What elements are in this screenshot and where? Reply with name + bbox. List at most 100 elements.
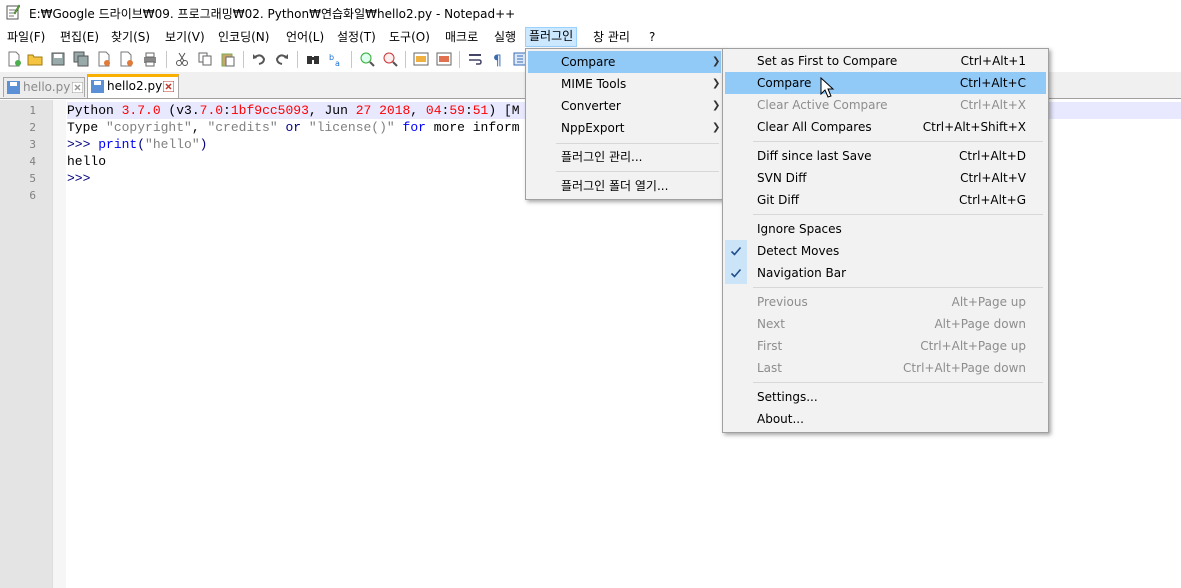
- close-file-icon[interactable]: [96, 51, 112, 67]
- code-line[interactable]: hello: [67, 153, 106, 170]
- plugins-menu-item-plugin-admin[interactable]: 플러그인 관리...: [528, 146, 721, 168]
- tab-hello-py[interactable]: hello.py: [3, 77, 85, 97]
- line-number: 3: [29, 138, 36, 151]
- plugins-menu-item-converter[interactable]: Converter ❯: [528, 95, 721, 117]
- code-token: 51: [472, 103, 489, 118]
- menu-item-shortcut: Alt+Page up: [951, 295, 1026, 309]
- open-file-icon[interactable]: [27, 51, 43, 67]
- compare-item-ignore-spaces[interactable]: Ignore Spaces: [725, 218, 1046, 240]
- sync-horizontal-icon[interactable]: [436, 51, 452, 67]
- show-all-chars-icon[interactable]: ¶: [490, 51, 506, 67]
- code-token: 3.7.0: [121, 103, 161, 118]
- checkmark-icon: [730, 246, 742, 256]
- code-token: for: [394, 120, 434, 135]
- menu-item-label: Clear All Compares: [757, 120, 872, 134]
- menu-file[interactable]: 파일(F): [4, 28, 48, 46]
- code-line[interactable]: >>> print("hello"): [67, 136, 207, 153]
- zoom-in-icon[interactable]: [359, 51, 375, 67]
- menu-item-shortcut: Ctrl+Alt+Page up: [920, 339, 1026, 353]
- menu-item-shortcut: Ctrl+Alt+V: [960, 171, 1026, 185]
- new-file-icon[interactable]: [6, 51, 22, 67]
- compare-item-clear-active[interactable]: Clear Active Compare Ctrl+Alt+X: [725, 94, 1046, 116]
- menu-item-label: SVN Diff: [757, 171, 807, 185]
- plugins-menu-item-open-plugin-folder[interactable]: 플러그인 폴더 열기...: [528, 175, 721, 197]
- compare-item-git-diff[interactable]: Git Diff Ctrl+Alt+G: [725, 189, 1046, 211]
- menu-language[interactable]: 언어(L): [283, 28, 327, 46]
- word-wrap-icon[interactable]: [467, 51, 483, 67]
- print-icon[interactable]: [142, 51, 158, 67]
- paste-icon[interactable]: [220, 51, 236, 67]
- menu-item-label: Detect Moves: [757, 244, 840, 258]
- menu-view[interactable]: 보기(V): [162, 28, 208, 46]
- compare-item-next[interactable]: Next Alt+Page down: [725, 313, 1046, 335]
- checkmark-box: [725, 262, 747, 284]
- code-token: ) [M: [488, 103, 520, 118]
- menu-edit[interactable]: 편집(E): [57, 28, 102, 46]
- submenu-arrow-icon: ❯: [712, 56, 721, 67]
- menu-item-label: Set as First to Compare: [757, 54, 898, 68]
- save-all-icon[interactable]: [73, 51, 89, 67]
- menu-macro[interactable]: 매크로: [442, 28, 481, 46]
- code-line[interactable]: >>>: [67, 170, 90, 187]
- menu-item-shortcut: Ctrl+Alt+1: [960, 54, 1026, 68]
- plugins-menu-item-mime-tools[interactable]: MIME Tools ❯: [528, 73, 721, 95]
- close-tab-icon[interactable]: [163, 81, 174, 92]
- plugins-menu-item-nppexport[interactable]: NppExport ❯: [528, 117, 721, 139]
- compare-submenu: Set as First to Compare Ctrl+Alt+1 Compa…: [722, 48, 1049, 433]
- compare-item-diff-since-save[interactable]: Diff since last Save Ctrl+Alt+D: [725, 145, 1046, 167]
- redo-icon[interactable]: [274, 51, 290, 67]
- tab-hello2-py[interactable]: hello2.py: [87, 74, 179, 98]
- compare-item-navigation-bar[interactable]: Navigation Bar: [725, 262, 1046, 284]
- menu-run[interactable]: 실행: [491, 28, 519, 46]
- notepad-app-icon: [6, 4, 20, 20]
- menu-item-label: Navigation Bar: [757, 266, 847, 280]
- compare-item-last[interactable]: Last Ctrl+Alt+Page down: [725, 357, 1046, 379]
- compare-item-detect-moves[interactable]: Detect Moves: [725, 240, 1046, 262]
- menu-search[interactable]: 찾기(S): [108, 28, 153, 46]
- code-token: Python: [67, 103, 122, 118]
- tab-label: hello2.py: [107, 79, 163, 93]
- compare-item-svn-diff[interactable]: SVN Diff Ctrl+Alt+V: [725, 167, 1046, 189]
- replace-icon[interactable]: ba: [328, 51, 344, 67]
- plugins-menu-item-compare[interactable]: Compare ❯: [528, 51, 721, 73]
- compare-item-set-first[interactable]: Set as First to Compare Ctrl+Alt+1: [725, 50, 1046, 72]
- compare-item-previous[interactable]: Previous Alt+Page up: [725, 291, 1046, 313]
- code-token: "license()": [308, 120, 395, 135]
- zoom-out-icon[interactable]: [382, 51, 398, 67]
- menu-item-label: Settings...: [757, 390, 818, 404]
- code-token: ): [199, 137, 208, 152]
- submenu-arrow-icon: ❯: [712, 122, 721, 133]
- menu-tools[interactable]: 도구(O): [386, 28, 433, 46]
- find-icon[interactable]: [305, 51, 321, 67]
- close-all-icon[interactable]: [119, 51, 135, 67]
- sync-vertical-icon[interactable]: [413, 51, 429, 67]
- compare-item-compare[interactable]: Compare Ctrl+Alt+C: [725, 72, 1046, 94]
- toolbar-separator: [297, 51, 298, 68]
- copy-icon[interactable]: [197, 51, 213, 67]
- menu-item-label: Compare: [561, 55, 616, 69]
- svg-text:¶: ¶: [493, 53, 502, 67]
- close-tab-icon[interactable]: [72, 82, 83, 93]
- menu-help[interactable]: ?: [646, 28, 658, 46]
- save-icon[interactable]: [50, 51, 66, 67]
- undo-icon[interactable]: [251, 51, 267, 67]
- plugins-menu: Compare ❯ MIME Tools ❯ Converter ❯ NppEx…: [525, 48, 724, 200]
- menu-encoding[interactable]: 인코딩(N): [215, 28, 272, 46]
- menu-item-label: MIME Tools: [561, 77, 627, 91]
- menu-item-label: Diff since last Save: [757, 149, 872, 163]
- menu-settings[interactable]: 설정(T): [334, 28, 379, 46]
- code-token: :: [223, 103, 231, 118]
- compare-item-first[interactable]: First Ctrl+Alt+Page up: [725, 335, 1046, 357]
- menu-bar: 파일(F) 편집(E) 찾기(S) 보기(V) 인코딩(N) 언어(L) 설정(…: [0, 26, 1181, 48]
- code-token: print: [98, 137, 138, 152]
- cut-icon[interactable]: [174, 51, 190, 67]
- compare-item-about[interactable]: About...: [725, 408, 1046, 430]
- compare-item-clear-all[interactable]: Clear All Compares Ctrl+Alt+Shift+X: [725, 116, 1046, 138]
- menu-plugins[interactable]: 플러그인: [525, 27, 578, 47]
- code-token: Type: [67, 120, 107, 135]
- mouse-cursor-icon: [820, 77, 835, 98]
- code-line[interactable]: Type "copyright", "credits" or "license(…: [67, 119, 520, 136]
- menu-window[interactable]: 창 관리: [590, 28, 633, 46]
- code-token: more inform: [433, 120, 520, 135]
- compare-item-settings[interactable]: Settings...: [725, 386, 1046, 408]
